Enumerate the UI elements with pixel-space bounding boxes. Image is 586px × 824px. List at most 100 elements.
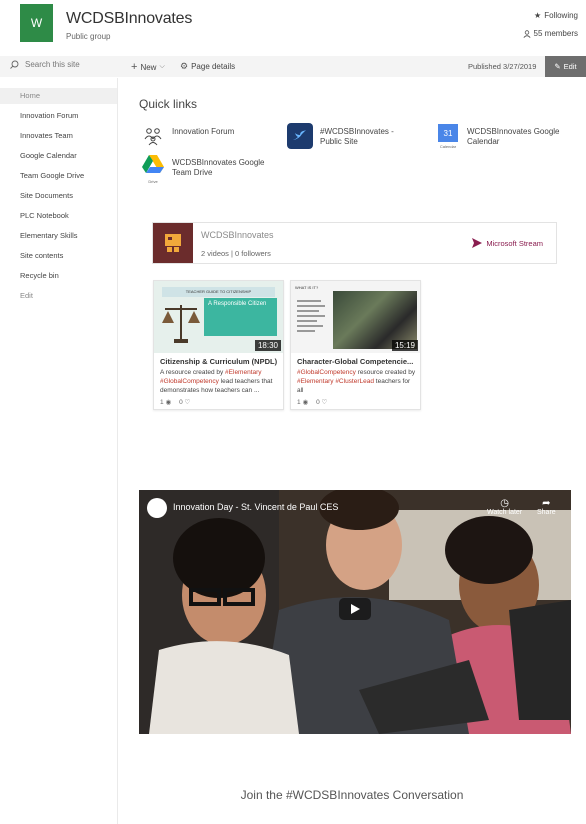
eye-icon: ◉: [165, 399, 172, 406]
members-label: 55 members: [533, 29, 578, 38]
nav-item-plc-notebook[interactable]: PLC Notebook: [0, 208, 117, 224]
hashtag-link[interactable]: #Elementary: [297, 378, 334, 385]
hashtag-link[interactable]: #Elementary: [225, 369, 262, 376]
video-description: #GlobalCompetency resource created by #E…: [297, 368, 417, 395]
thumbnail-header-citizenship: TEACHER GUIDE TO CITIZENSHIP: [162, 287, 275, 297]
likes-value: 0: [179, 399, 183, 406]
quick-link-google-team-drive-line2: Team Drive: [172, 168, 213, 177]
left-navigation: Home Innovation Forum Innovates Team Goo…: [0, 78, 118, 824]
thumbnail-panel-citizenship: A Responsible Citizen: [204, 298, 277, 336]
search-box[interactable]: Search this site: [10, 60, 80, 69]
video-thumbnail-global-competencies[interactable]: WHAT IS IT? 15:19: [291, 281, 420, 353]
thumbnail-text-lines: [297, 297, 327, 345]
stream-channel-name[interactable]: WCDSBInnovates: [201, 230, 274, 240]
nav-item-team-google-drive[interactable]: Team Google Drive: [0, 168, 117, 184]
chevron-down-icon: ⌵: [159, 63, 165, 70]
plus-icon: +: [131, 61, 138, 73]
site-header: W WCDSBInnovates Public group ★ Followin…: [0, 0, 586, 54]
likes-count[interactable]: 0 ♡: [179, 398, 190, 406]
views-count: 1 ◉: [160, 398, 171, 406]
stream-channel-thumbnail: [153, 223, 193, 263]
edit-label: Edit: [563, 62, 577, 71]
share-arrow-icon: ➦: [542, 498, 551, 509]
quick-link-google-team-drive-line1: WCDSBInnovates Google: [172, 158, 265, 167]
eye-icon: ◉: [302, 399, 309, 406]
video-stats: 1 ◉ 0 ♡: [160, 398, 190, 406]
new-button[interactable]: + New ⌵: [131, 61, 165, 73]
calendar-icon[interactable]: 31 Calendar: [438, 124, 458, 152]
video-card-citizenship[interactable]: TEACHER GUIDE TO CITIZENSHIP A Responsib…: [153, 280, 284, 410]
video-player-title[interactable]: Innovation Day - St. Vincent de Paul CES: [173, 502, 338, 512]
nav-item-site-documents[interactable]: Site Documents: [0, 188, 117, 204]
channel-avatar-icon[interactable]: [147, 498, 167, 518]
watch-later-button[interactable]: ◷ Watch later: [487, 498, 522, 516]
drive-icon[interactable]: Drive: [142, 154, 164, 184]
share-button[interactable]: ➦ Share: [537, 498, 556, 516]
published-date: Published 3/27/2019: [468, 62, 537, 71]
thumbnail-header-global: WHAT IS IT?: [295, 285, 319, 290]
nav-item-site-contents[interactable]: Site contents: [0, 248, 117, 264]
scales-icon: [162, 305, 200, 343]
hashtag-link[interactable]: #GlobalCompetency: [297, 369, 356, 376]
hashtag-link[interactable]: #GlobalCompetency: [160, 378, 219, 385]
join-conversation-heading: Join the #WCDSBInnovates Conversation: [240, 788, 464, 802]
thumbnail-title-citizenship: A Responsible Citizen: [208, 301, 267, 307]
page-details-label: Page details: [191, 62, 236, 71]
video-title[interactable]: Citizenship & Curriculum (NPDL): [160, 357, 280, 366]
calendar-icon-date: 31: [438, 124, 458, 142]
video-title[interactable]: Character-Global Competencie...: [297, 357, 417, 366]
quick-link-public-site[interactable]: #WCDSBInnovates - Public Site: [320, 127, 394, 147]
stream-channel-card[interactable]: WCDSBInnovates 2 videos | 0 followers Mi…: [152, 222, 557, 264]
views-value: 1: [160, 399, 164, 406]
video-description: A resource created by #Elementary #Globa…: [160, 368, 280, 395]
quick-link-innovation-forum[interactable]: Innovation Forum: [172, 127, 234, 137]
heart-icon: ♡: [321, 399, 328, 406]
stream-logo-icon: [472, 238, 483, 248]
edit-button[interactable]: ✎ Edit: [545, 56, 586, 77]
search-icon: [10, 60, 19, 69]
microsoft-stream-label: Microsoft Stream: [486, 238, 543, 248]
people-icon[interactable]: [143, 126, 163, 146]
likes-count[interactable]: 0 ♡: [316, 398, 327, 406]
quick-link-public-site-line1: #WCDSBInnovates -: [320, 127, 394, 136]
quick-link-google-calendar-line1: WCDSBInnovates Google: [467, 127, 560, 136]
search-input[interactable]: Search this site: [25, 60, 80, 69]
quick-link-google-team-drive[interactable]: WCDSBInnovates Google Team Drive: [172, 158, 265, 178]
embedded-video-player[interactable]: Innovation Day - St. Vincent de Paul CES…: [139, 490, 571, 734]
video-duration: 18:30: [254, 340, 281, 351]
quick-link-google-calendar[interactable]: WCDSBInnovates Google Calendar: [467, 127, 560, 147]
hashtag-link[interactable]: #ClusterLead: [335, 378, 374, 385]
following-button[interactable]: ★ Following: [534, 11, 578, 20]
nav-item-recycle-bin[interactable]: Recycle bin: [0, 268, 117, 284]
twitter-icon[interactable]: [287, 123, 313, 149]
calendar-icon-caption: Calendar: [439, 144, 457, 149]
following-label: Following: [544, 11, 578, 20]
site-title[interactable]: WCDSBInnovates: [66, 10, 192, 28]
members-button[interactable]: 55 members: [523, 29, 578, 38]
pencil-icon: ✎: [554, 62, 561, 71]
nav-item-home[interactable]: Home: [0, 88, 117, 104]
site-subtitle: Public group: [66, 32, 111, 41]
new-label: New: [140, 62, 157, 72]
site-logo[interactable]: W: [20, 4, 53, 42]
nav-item-innovation-forum[interactable]: Innovation Forum: [0, 108, 117, 124]
video-card-global-competencies[interactable]: WHAT IS IT? 15:19 Character-Global Compe…: [290, 280, 421, 410]
nav-item-elementary-skills[interactable]: Elementary Skills: [0, 228, 117, 244]
play-icon: [351, 604, 360, 614]
views-count: 1 ◉: [297, 398, 308, 406]
share-label: Share: [537, 509, 556, 516]
nav-item-innovates-team[interactable]: Innovates Team: [0, 128, 117, 144]
person-icon: [523, 29, 531, 38]
likes-value: 0: [316, 399, 320, 406]
desc-text: A resource created by: [160, 369, 226, 376]
quick-link-google-calendar-line2: Calendar: [467, 137, 500, 146]
watch-later-label: Watch later: [487, 509, 523, 516]
video-thumbnail-citizenship[interactable]: TEACHER GUIDE TO CITIZENSHIP A Responsib…: [154, 281, 283, 353]
page-details-button[interactable]: ⚙ Page details: [180, 61, 235, 72]
nav-edit-link[interactable]: Edit: [0, 288, 117, 304]
play-button[interactable]: [339, 598, 371, 620]
quick-links-title: Quick links: [139, 97, 198, 111]
stream-channel-meta: 2 videos | 0 followers: [201, 249, 271, 258]
microsoft-stream-link[interactable]: Microsoft Stream: [472, 238, 543, 248]
nav-item-google-calendar[interactable]: Google Calendar: [0, 148, 117, 164]
